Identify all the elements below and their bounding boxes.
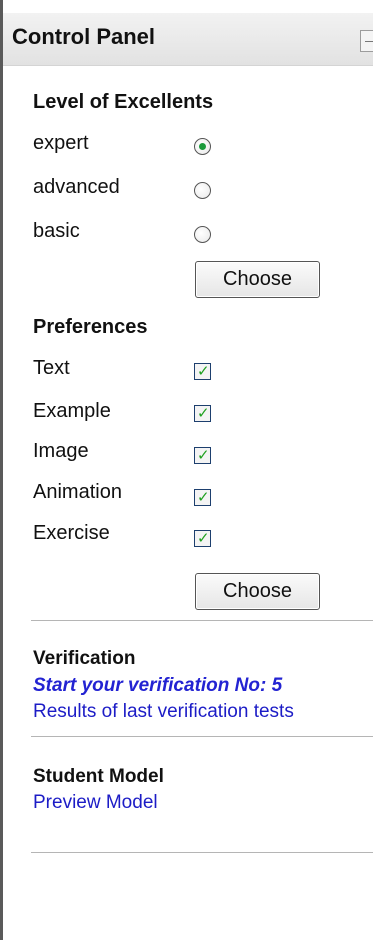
control-panel: Control Panel Level of Excellents expert…: [0, 0, 373, 940]
panel-header: Control Panel: [3, 13, 373, 66]
preferences-heading: Preferences: [33, 316, 148, 338]
check-icon: ✓: [197, 405, 210, 422]
level-option-label-basic: basic: [33, 220, 80, 242]
pref-checkbox-image[interactable]: ✓: [194, 447, 211, 464]
pref-label-example: Example: [33, 400, 111, 422]
radio-selected-dot: [199, 143, 206, 150]
check-icon: ✓: [197, 447, 210, 464]
check-icon: ✓: [197, 489, 210, 506]
student-model-heading: Student Model: [33, 766, 164, 787]
preferences-choose-button[interactable]: Choose: [195, 573, 320, 610]
verification-results-link[interactable]: Results of last verification tests: [33, 701, 294, 723]
level-radio-expert[interactable]: [194, 138, 211, 155]
pref-checkbox-text[interactable]: ✓: [194, 363, 211, 380]
start-verification-link[interactable]: Start your verification No: 5: [33, 675, 282, 697]
divider: [31, 620, 373, 621]
preview-model-link[interactable]: Preview Model: [33, 792, 158, 814]
pref-checkbox-animation[interactable]: ✓: [194, 489, 211, 506]
level-radio-basic[interactable]: [194, 226, 211, 243]
check-icon: ✓: [197, 530, 210, 547]
level-option-label-advanced: advanced: [33, 176, 120, 198]
pref-checkbox-example[interactable]: ✓: [194, 405, 211, 422]
level-heading: Level of Excellents: [33, 91, 214, 113]
pref-label-exercise: Exercise: [33, 522, 110, 544]
minus-icon: [365, 41, 373, 42]
level-choose-button[interactable]: Choose: [195, 261, 320, 298]
pref-label-image: Image: [33, 440, 89, 462]
pref-checkbox-exercise[interactable]: ✓: [194, 530, 211, 547]
pref-label-text: Text: [33, 357, 70, 379]
level-radio-advanced[interactable]: [194, 182, 211, 199]
divider: [31, 736, 373, 737]
level-option-label-expert: expert: [33, 132, 89, 154]
collapse-button[interactable]: [360, 30, 373, 52]
check-icon: ✓: [197, 363, 210, 380]
panel-title: Control Panel: [12, 24, 156, 49]
divider: [31, 852, 373, 853]
verification-heading: Verification: [33, 648, 136, 669]
pref-label-animation: Animation: [33, 481, 122, 503]
